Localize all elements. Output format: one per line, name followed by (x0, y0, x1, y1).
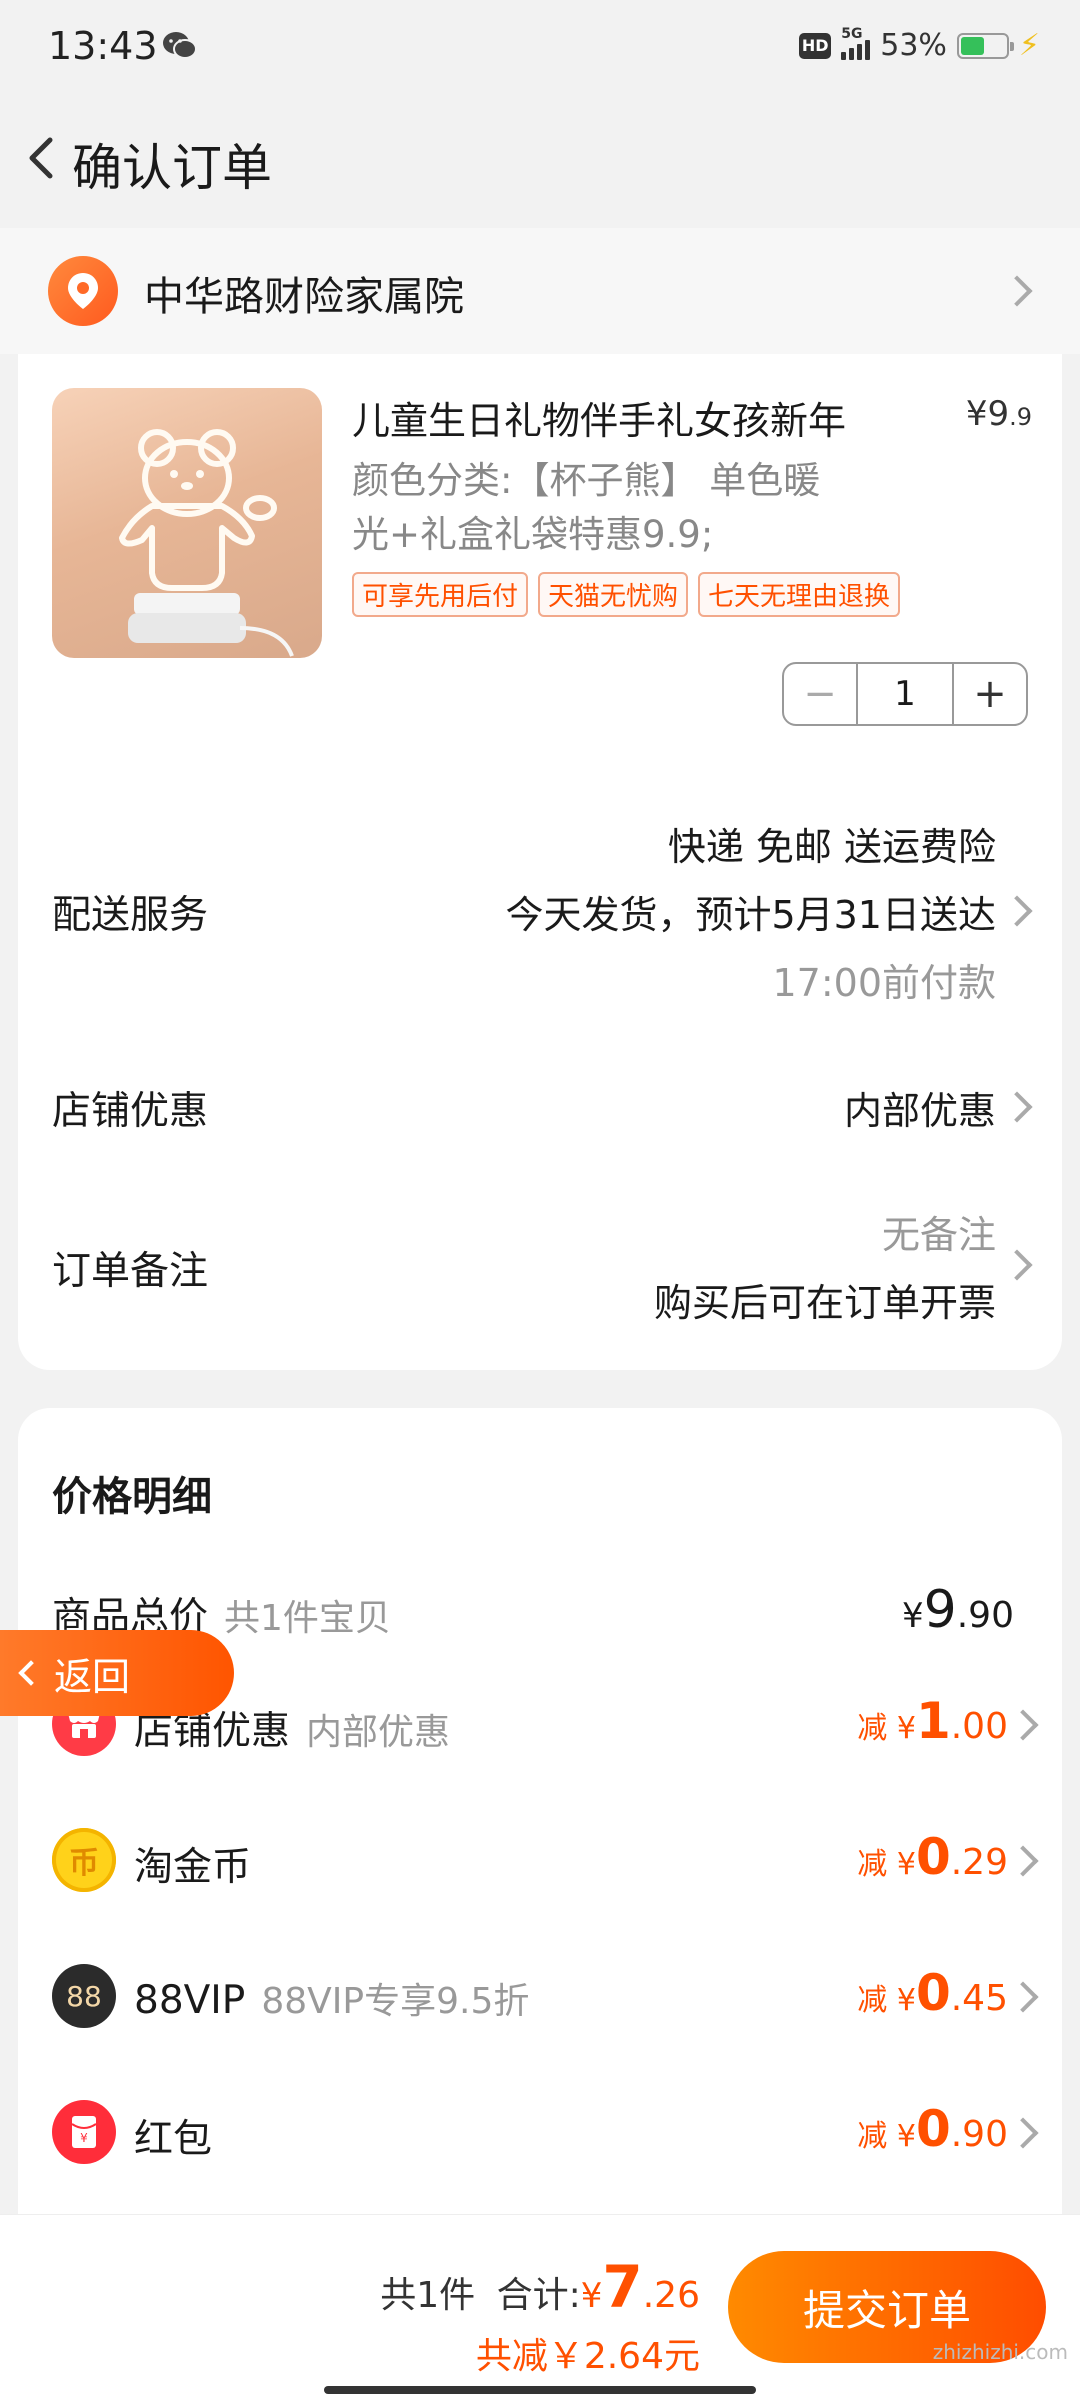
red-packet-line-label: 红包 (134, 2117, 213, 2162)
home-indicator[interactable] (324, 2386, 756, 2394)
delivery-eta[interactable]: 今天发货，预计5月31日送达 (505, 884, 996, 939)
decrease-button[interactable]: − (784, 664, 856, 724)
invoice-hint: 购买后可在订单开票 (653, 1281, 996, 1325)
chevron-right-icon[interactable] (1007, 1709, 1039, 1741)
battery-icon (956, 32, 1014, 59)
battery-percent: 53% (880, 28, 947, 63)
order-card: 儿童生日礼物伴手礼女孩新年 ¥9.9 颜色分类:【杯子熊】 单色暖 光+礼盒礼袋… (18, 354, 1062, 1370)
vip88-icon: 88 (52, 1964, 116, 2028)
product-sku[interactable]: 颜色分类:【杯子熊】 单色暖 光+礼盒礼袋特惠9.9; (352, 454, 872, 562)
coin-icon: 币 (52, 1828, 116, 1892)
vip-line-label: 88VIP 88VIP专享9.5折 (134, 1978, 530, 2023)
product-image[interactable] (52, 388, 322, 658)
chevron-right-icon[interactable] (1007, 1981, 1039, 2013)
status-indicators: HD 5G 53% ⚡ (799, 26, 1040, 63)
charging-icon: ⚡ (1018, 28, 1040, 63)
product-price: ¥9.9 (965, 394, 1032, 434)
chevron-right-icon[interactable] (1001, 895, 1033, 927)
product-title[interactable]: 儿童生日礼物伴手礼女孩新年 (352, 390, 912, 445)
shop-discount-label: 店铺优惠 (52, 1089, 209, 1134)
red-packet-line-amount[interactable]: 减 ¥0.90 (857, 2100, 1008, 2158)
goods-total-amount: ¥9.90 (902, 1580, 1014, 1640)
svg-text:¥: ¥ (80, 2131, 88, 2145)
vip-line-amount[interactable]: 减 ¥0.45 (857, 1964, 1008, 2022)
header: 确认订单 (0, 110, 1080, 210)
total-price: ¥7.26 (580, 2253, 700, 2321)
quantity-stepper: − 1 + (782, 662, 1028, 726)
floating-back-label: 返回 (54, 1654, 131, 1699)
increase-button[interactable]: + (954, 664, 1026, 724)
chevron-right-icon[interactable] (1001, 1091, 1033, 1123)
discount-line-amount[interactable]: 减 ¥1.00 (857, 1692, 1008, 1750)
wechat-icon (163, 32, 197, 59)
shop-discount-value[interactable]: 内部优惠 (844, 1080, 996, 1135)
total-saved: 共减￥2.64元 (475, 2336, 700, 2377)
coin-line-amount[interactable]: 减 ¥0.29 (857, 1828, 1008, 1886)
red-packet-icon: ¥ (52, 2100, 116, 2164)
price-detail-title: 价格明细 (52, 1474, 212, 1520)
quantity-value[interactable]: 1 (856, 664, 954, 724)
chevron-left-icon (18, 1660, 44, 1686)
tag-tmall-worry-free: 天猫无忧购 (538, 572, 689, 617)
hd-icon: HD (799, 32, 832, 59)
status-time: 13:43 (48, 24, 158, 68)
floating-back-button[interactable]: 返回 (0, 1630, 234, 1716)
address-text: 中华路财险家属院 (144, 274, 464, 320)
chevron-right-icon[interactable] (1001, 1249, 1033, 1281)
coin-line-label: 淘金币 (134, 1845, 252, 1890)
sum-label: 合计: (496, 2275, 581, 2316)
delivery-method[interactable]: 快递 免邮 送运费险 (668, 816, 996, 871)
network-type: 5G (841, 25, 863, 42)
signal-icon: 5G (841, 26, 871, 60)
status-bar: 13:43 HD 5G 53% ⚡ (0, 0, 1080, 100)
order-note-field[interactable]: 无备注 (882, 1204, 996, 1259)
order-total: 共1件 合计:¥7.26 (380, 2253, 700, 2321)
tag-pay-later: 可享先用后付 (352, 572, 529, 617)
watermark: zhizhizhi.com (932, 2340, 1068, 2364)
page-title: 确认订单 (72, 139, 272, 197)
chevron-right-icon[interactable] (1007, 1845, 1039, 1877)
payment-deadline: 17:00前付款 (772, 961, 996, 1005)
back-icon[interactable] (14, 130, 70, 186)
service-tags: 可享先用后付 天猫无忧购 七天无理由退换 (352, 572, 901, 617)
order-note-label: 订单备注 (52, 1249, 209, 1294)
tag-seven-day-return: 七天无理由退换 (698, 572, 901, 617)
address-row[interactable]: 中华路财险家属院 (0, 228, 1080, 354)
chevron-right-icon[interactable] (1007, 2117, 1039, 2149)
delivery-label: 配送服务 (52, 893, 209, 938)
chevron-right-icon (1001, 275, 1033, 307)
item-count: 共1件 (380, 2275, 476, 2316)
bottom-bar: 共1件 合计:¥7.26 共减￥2.64元 提交订单 (0, 2214, 1080, 2400)
location-icon (48, 256, 118, 326)
